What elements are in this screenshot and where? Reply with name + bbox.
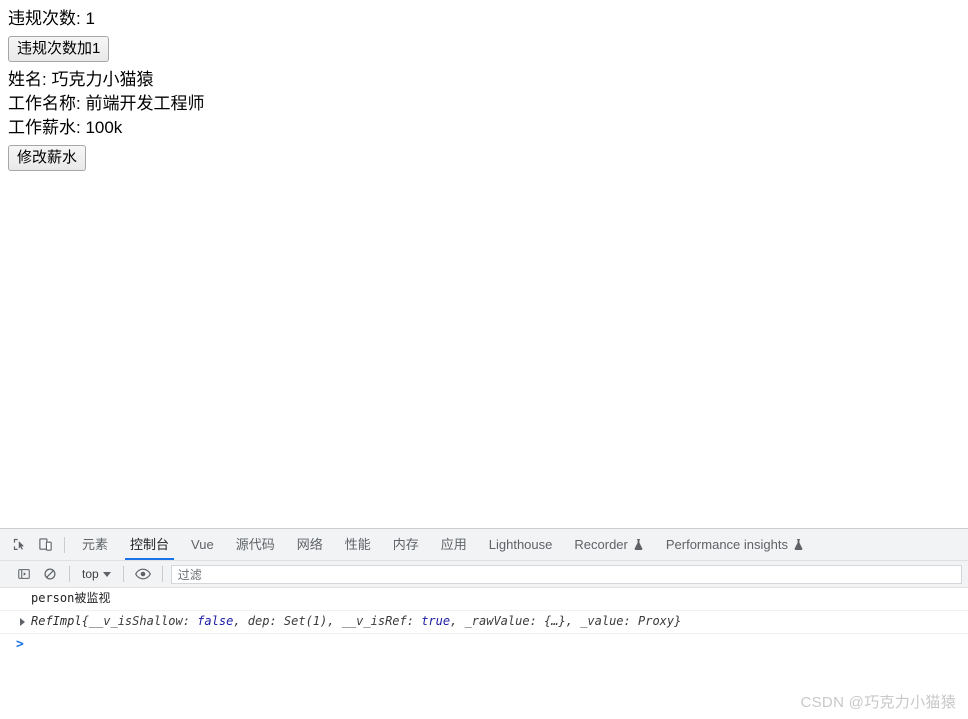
tab-vue[interactable]: Vue: [180, 529, 225, 560]
toolbar-divider: [64, 536, 65, 553]
inspect-element-icon[interactable]: [6, 532, 32, 558]
console-toolbar-divider-2: [122, 566, 124, 582]
devtools-panel: 元素 控制台 Vue 源代码 网络 性能 内存 应用 Lighthouse Re…: [0, 528, 968, 719]
chevron-down-icon: [102, 571, 111, 577]
flask-icon: [633, 538, 644, 551]
increment-button-row: 违规次数加1: [8, 33, 960, 66]
tab-network[interactable]: 网络: [286, 529, 334, 560]
console-object-message[interactable]: RefImpl{__v_isShallow: false, dep: Set(1…: [0, 611, 968, 634]
browser-window: 违规次数: 1 违规次数加1 姓名: 巧克力小猫猿 工作名称: 前端开发工程师 …: [0, 0, 968, 719]
object-class-name: RefImpl: [31, 614, 82, 628]
flask-icon: [793, 538, 804, 551]
console-filter-input[interactable]: 过滤: [170, 564, 962, 584]
tab-sources[interactable]: 源代码: [225, 529, 286, 560]
prompt-chevron-icon: >: [16, 637, 24, 652]
live-expression-eye-icon[interactable]: [130, 561, 156, 587]
tab-recorder[interactable]: Recorder: [563, 529, 654, 560]
object-prop-value: {…}: [544, 614, 566, 628]
tab-lighthouse[interactable]: Lighthouse: [478, 529, 564, 560]
violation-count-text: 违规次数: 1: [8, 9, 95, 28]
console-toolbar-divider-3: [161, 566, 163, 582]
object-prop-key: __v_isShallow: [88, 614, 183, 628]
device-toolbar-icon[interactable]: [32, 532, 58, 558]
tab-performance[interactable]: 性能: [334, 529, 382, 560]
console-input-prompt[interactable]: >: [0, 634, 968, 659]
tab-label: Performance insights: [665, 536, 788, 552]
tab-label: 应用: [440, 536, 467, 552]
tab-label: 源代码: [235, 536, 275, 552]
change-salary-button[interactable]: 修改薪水: [8, 145, 87, 172]
object-prop-key: __v_isRef: [341, 614, 407, 628]
object-prop-key: _value: [580, 614, 624, 628]
tab-performance-insights[interactable]: Performance insights: [655, 529, 815, 560]
tab-memory[interactable]: 内存: [382, 529, 430, 560]
console-log-text: person被监视: [31, 591, 111, 605]
console-filter-placeholder: 过滤: [177, 567, 202, 582]
tab-label: Lighthouse: [488, 536, 553, 552]
page-viewport: 违规次数: 1 违规次数加1 姓名: 巧克力小猫猿 工作名称: 前端开发工程师 …: [0, 0, 968, 528]
increment-violation-button[interactable]: 违规次数加1: [8, 35, 110, 63]
tab-label: 元素: [82, 536, 109, 552]
csdn-watermark: CSDN @巧克力小猫猿: [800, 694, 956, 711]
console-output: person被监视 RefImpl{__v_isShallow: false, …: [0, 588, 968, 719]
object-prop-value: false: [197, 614, 234, 628]
object-prop-key: _rawValue: [464, 614, 530, 628]
execution-context-select[interactable]: top: [76, 564, 117, 584]
console-log-message[interactable]: person被监视: [0, 588, 968, 611]
tab-elements[interactable]: 元素: [71, 529, 119, 560]
disclosure-triangle-icon[interactable]: [20, 618, 25, 626]
page-content: 违规次数: 1 违规次数加1 姓名: 巧克力小猫猿 工作名称: 前端开发工程师 …: [0, 0, 968, 186]
object-prop-key: dep: [247, 614, 270, 628]
object-prop-value: Set(1): [283, 614, 328, 628]
tab-label: 性能: [344, 536, 371, 552]
clear-console-icon[interactable]: [37, 561, 63, 587]
object-brace-close: }: [674, 614, 682, 628]
object-prop-value: true: [421, 614, 451, 628]
tab-application[interactable]: 应用: [430, 529, 478, 560]
devtools-tabbar: 元素 控制台 Vue 源代码 网络 性能 内存 应用 Lighthouse Re…: [0, 529, 968, 561]
person-name-text: 姓名: 巧克力小猫猿: [8, 70, 154, 90]
tab-label: 内存: [392, 536, 419, 552]
change-salary-button-row: 修改薪水: [8, 142, 960, 175]
console-toolbar-divider: [69, 566, 70, 582]
console-sidebar-toggle-icon[interactable]: [11, 561, 37, 587]
tab-label: 网络: [296, 536, 323, 552]
object-brace-open: {: [81, 614, 89, 628]
tab-label: 控制台: [130, 536, 170, 552]
tab-console[interactable]: 控制台: [119, 529, 180, 560]
execution-context-value: top: [82, 567, 99, 581]
job-name-text: 工作名称: 前端开发工程师: [8, 94, 205, 114]
tab-label: Recorder: [574, 536, 628, 552]
tab-label: Vue: [191, 536, 214, 552]
object-prop-value: Proxy: [638, 614, 675, 628]
console-toolbar: top 过滤: [0, 561, 968, 588]
job-salary-text: 工作薪水: 100k: [8, 118, 123, 138]
